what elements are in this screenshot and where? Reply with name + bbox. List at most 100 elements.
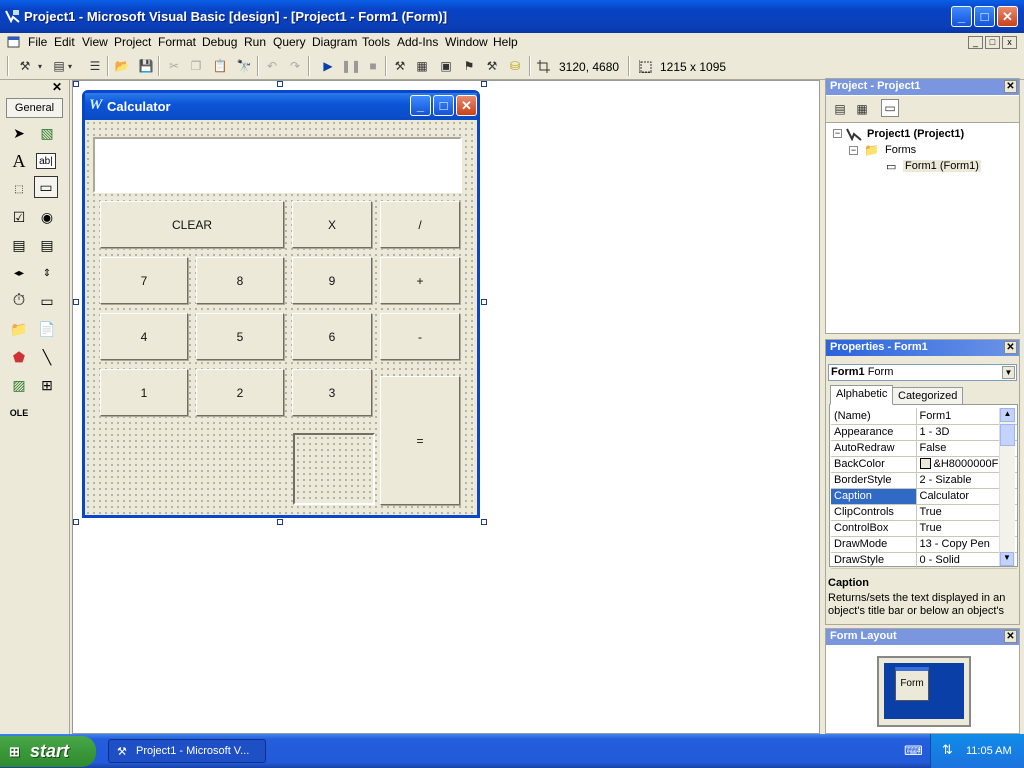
form-minimize-button[interactable]: _	[410, 95, 431, 116]
digit-6-button[interactable]: 6	[292, 313, 372, 360]
hscrollbar-tool-icon[interactable]: ◂▸	[8, 262, 30, 284]
combobox-tool-icon[interactable]: ▤	[8, 234, 30, 256]
drivelistbox-tool-icon[interactable]: ▭	[36, 290, 58, 312]
plus-button[interactable]: +	[380, 257, 460, 304]
resize-handle[interactable]	[277, 519, 283, 525]
project-panel-close-icon[interactable]: ✕	[1004, 80, 1017, 93]
close-button[interactable]: ✕	[997, 6, 1018, 27]
menu-diagram[interactable]: Diagram	[312, 35, 357, 49]
break-icon[interactable]: ❚❚	[341, 57, 361, 75]
add-project-icon[interactable]: ⚒	[16, 57, 34, 75]
digit-5-button[interactable]: 5	[196, 313, 284, 360]
form-layout-icon[interactable]: ▣	[437, 57, 455, 75]
resize-handle[interactable]	[73, 299, 79, 305]
undo-icon[interactable]: ↶	[263, 57, 281, 75]
optionbutton-tool-icon[interactable]: ◉	[36, 206, 58, 228]
form-client-area[interactable]: CLEAR X / 7 8 9 + 4 5 6 - 1 2 3 =	[85, 120, 477, 515]
pointer-tool-icon[interactable]: ➤	[8, 122, 30, 144]
property-row[interactable]: ControlBox True	[831, 520, 1017, 537]
data-tool-icon[interactable]: ⊞	[36, 374, 58, 396]
taskbar-item-vb[interactable]: ⚒ Project1 - Microsoft V...	[108, 739, 266, 763]
collapse-icon[interactable]: −	[833, 129, 842, 138]
property-row[interactable]: ClipControls True	[831, 504, 1017, 521]
filelistbox-tool-icon[interactable]: 📄	[36, 318, 58, 340]
frame-tool-icon[interactable]: ⬚	[8, 178, 30, 200]
property-row[interactable]: Appearance 1 - 3D	[831, 424, 1017, 441]
collapse-icon[interactable]: −	[849, 146, 858, 155]
line-tool-icon[interactable]: ╲	[36, 346, 58, 368]
listbox-tool-icon[interactable]: ▤	[36, 234, 58, 256]
menu-debug[interactable]: Debug	[202, 35, 237, 49]
cut-icon[interactable]: ✂	[165, 57, 183, 75]
menu-run[interactable]: Run	[244, 35, 266, 49]
property-name[interactable]: BackColor	[831, 456, 917, 473]
timer-tool-icon[interactable]: ⏱	[8, 290, 30, 312]
property-name[interactable]: AutoRedraw	[831, 440, 917, 457]
toggle-folders-icon[interactable]: ▭	[881, 99, 899, 117]
minus-button[interactable]: -	[380, 313, 460, 360]
end-icon[interactable]: ■	[364, 57, 382, 75]
open-project-icon[interactable]: 📂	[113, 57, 131, 75]
start-button[interactable]: ⊞ start	[0, 736, 96, 767]
form-position-preview[interactable]: Form	[895, 667, 929, 701]
resize-handle[interactable]	[73, 519, 79, 525]
keyboard-icon[interactable]: ⌨	[904, 743, 923, 759]
resize-handle[interactable]	[73, 81, 79, 87]
image-tool-icon[interactable]: ▨	[8, 374, 30, 396]
property-row[interactable]: BorderStyle 2 - Sizable	[831, 472, 1017, 489]
vscrollbar-tool-icon[interactable]: ⇕	[36, 262, 58, 284]
mdi-restore-button[interactable]: □	[985, 36, 1000, 49]
digit-7-button[interactable]: 7	[100, 257, 188, 304]
dropdown-arrow-icon[interactable]: ▾	[36, 57, 44, 75]
maximize-button[interactable]: □	[974, 6, 995, 27]
mdi-close-button[interactable]: x	[1002, 36, 1017, 49]
data-view-icon[interactable]: ⛁	[506, 57, 524, 75]
form-close-button[interactable]: ✕	[456, 95, 477, 116]
menu-project[interactable]: Project	[114, 35, 151, 49]
property-row[interactable]: Caption Calculator	[831, 488, 1017, 505]
scroll-thumb[interactable]	[1000, 424, 1015, 446]
clear-button[interactable]: CLEAR	[100, 201, 284, 248]
digit-9-button[interactable]: 9	[292, 257, 372, 304]
digit-2-button[interactable]: 2	[196, 369, 284, 416]
object-browser-icon[interactable]: ⚑	[460, 57, 478, 75]
menu-view[interactable]: View	[82, 35, 108, 49]
chevron-down-icon[interactable]: ▼	[1002, 366, 1015, 379]
tab-categorized[interactable]: Categorized	[892, 387, 964, 405]
menu-tools[interactable]: Tools	[362, 35, 390, 49]
property-name[interactable]: (Name)	[831, 408, 917, 425]
paste-icon[interactable]: 📋	[211, 57, 229, 75]
menu-query[interactable]: Query	[273, 35, 306, 49]
view-object-icon[interactable]: ▦	[853, 100, 871, 118]
menu-edit[interactable]: Edit	[54, 35, 75, 49]
divide-button[interactable]: /	[380, 201, 460, 248]
tab-alphabetic[interactable]: Alphabetic	[830, 385, 894, 405]
dropdown-arrow-icon[interactable]: ▾	[66, 57, 74, 75]
digit-8-button[interactable]: 8	[196, 257, 284, 304]
properties-panel-close-icon[interactable]: ✕	[1004, 341, 1017, 354]
form1-item-label[interactable]: Form1 (Form1)	[903, 160, 981, 172]
digit-3-button[interactable]: 3	[292, 369, 372, 416]
scroll-up-icon[interactable]: ▲	[1000, 408, 1015, 422]
shape-tool-icon[interactable]: ⬟	[8, 346, 30, 368]
multiply-button[interactable]: X	[292, 201, 372, 248]
ole-tool-icon[interactable]: OLE	[8, 402, 30, 424]
dirlistbox-tool-icon[interactable]: 📁	[8, 318, 30, 340]
equals-button[interactable]: =	[380, 376, 460, 505]
resize-handle[interactable]	[277, 81, 283, 87]
object-selector[interactable]: Form1 Form ▼	[828, 364, 1017, 381]
layout-panel-close-icon[interactable]: ✕	[1004, 630, 1017, 643]
minimize-button[interactable]: _	[951, 6, 972, 27]
resize-handle[interactable]	[481, 81, 487, 87]
display-textbox[interactable]	[93, 137, 462, 193]
toolbox-tab-general[interactable]: General	[6, 98, 63, 118]
scroll-down-icon[interactable]: ▼	[1000, 552, 1014, 566]
property-name[interactable]: BorderStyle	[831, 472, 917, 489]
menu-editor-icon[interactable]: ☰	[86, 57, 104, 75]
mdi-minimize-button[interactable]: _	[968, 36, 983, 49]
property-name[interactable]: ClipControls	[831, 504, 917, 521]
checkbox-tool-icon[interactable]: ☑	[8, 206, 30, 228]
property-row[interactable]: DrawStyle 0 - Solid	[831, 552, 1017, 569]
form-maximize-button[interactable]: □	[433, 95, 454, 116]
menu-file[interactable]: File	[28, 35, 47, 49]
